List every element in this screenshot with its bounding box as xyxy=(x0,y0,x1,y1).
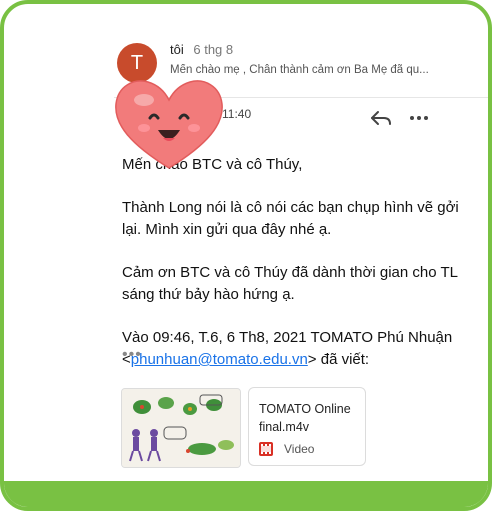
thread-sender[interactable]: tôi 6 thg 8 xyxy=(170,42,233,57)
attachment-card[interactable]: TOMATO Online final.m4v Video xyxy=(248,387,366,466)
email-link[interactable]: phunhuan@tomato.edu.vn xyxy=(131,351,308,368)
bottom-bar xyxy=(4,481,488,507)
quote-outro: > đã viết: xyxy=(307,351,370,368)
reply-icon[interactable] xyxy=(370,109,392,127)
message-paragraph: Cảm ơn BTC và cô Thúy đã dành thời gian … xyxy=(122,264,458,303)
quoted-header: Vào 09:46, T.6, 6 Th8, 2021 TOMATO Phú N… xyxy=(122,327,462,371)
heart-emoji-sticker-icon xyxy=(115,80,223,169)
message-paragraph: Thành Long nói là cô nói các bạn chụp hì… xyxy=(122,199,459,238)
thread-date: 6 thg 8 xyxy=(193,42,234,57)
attachment-name: TOMATO Online final.m4v xyxy=(259,402,351,434)
phone-frame: T tôi 6 thg 8 Mến chào mẹ , Chân thành c… xyxy=(0,0,492,511)
attachment-type: Video xyxy=(284,442,315,456)
show-quoted-button[interactable]: ••• xyxy=(122,346,142,364)
more-icon[interactable] xyxy=(408,110,430,126)
drawing-thumbnail-image xyxy=(122,389,240,467)
video-file-icon xyxy=(259,442,273,456)
avatar-letter: T xyxy=(130,51,144,74)
attachment-thumbnail[interactable] xyxy=(121,388,241,468)
sender-name: tôi xyxy=(170,42,184,57)
message-body: Mến chào BTC và cô Thúy, Thành Long nói … xyxy=(122,154,462,392)
